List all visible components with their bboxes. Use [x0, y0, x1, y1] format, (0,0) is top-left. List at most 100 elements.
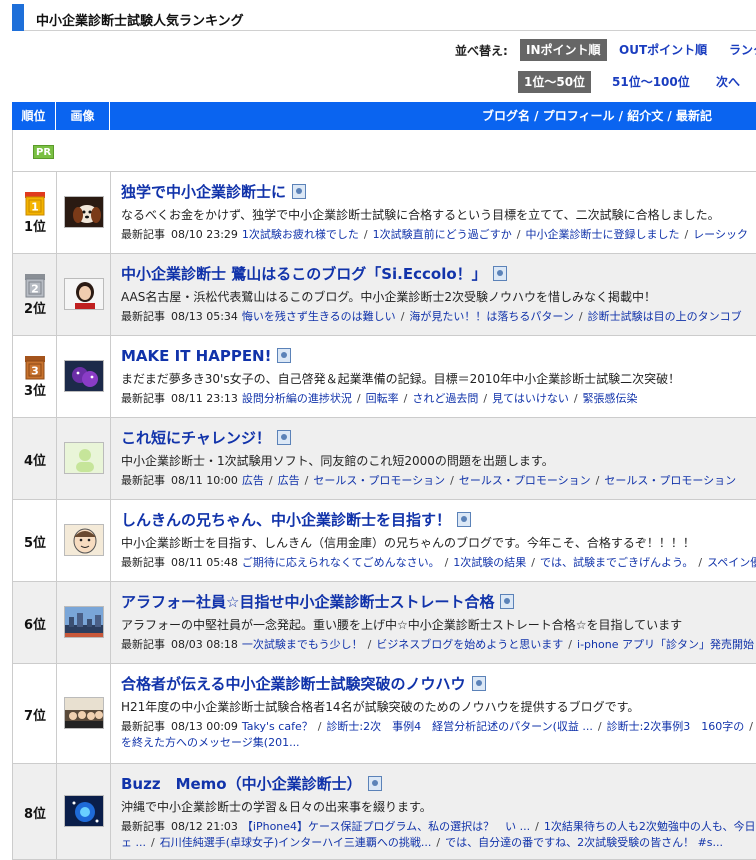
article-link[interactable]: 海が見たい！！は落ちるパターン [409, 310, 573, 323]
blog-description: 中小企業診断士・1次試験用ソフト、同友館のこれ短2000の問題を出題します。 [121, 454, 554, 468]
sort-in-points-button[interactable]: INポイント順 [520, 39, 607, 61]
sort-out-points-button[interactable]: OUTポイント順 [619, 39, 707, 61]
blog-title-link[interactable]: 中小企業診断士 鷺山はるこのブログ「Si.Eccolo！」 [121, 262, 756, 286]
recent-date: 08/11 05:48 [171, 556, 238, 569]
article-link[interactable]: セールス・プロモーション [604, 474, 736, 487]
blog-title-link[interactable]: これ短にチャレンジ！ [121, 426, 756, 450]
ranking-list: 1 1位 独学で中小企業診断士になるべくお金をかけず、独学で中小企業診断士試験に合格… [12, 172, 756, 860]
pr-row: PR [12, 130, 756, 172]
image-cell [57, 418, 111, 499]
article-link[interactable]: 悔いを残さず生きるのは難しい [242, 310, 396, 323]
separator: / [436, 836, 441, 849]
group-photo-image[interactable] [64, 697, 104, 729]
article-link[interactable]: 1次結果待ちの人も2次勉強中の人も、今日は [544, 820, 756, 833]
recent-date: 08/13 00:09 [171, 720, 238, 733]
article-link[interactable]: 広告 [278, 474, 300, 487]
rank-text: 8位 [23, 807, 47, 822]
gold-medal-icon: 1 [23, 192, 47, 216]
blog-title-link[interactable]: しんきんの兄ちゃん、中小企業診断士を目指す！ [121, 508, 756, 532]
article-link[interactable]: 【iPhone4】ケース保証プログラム、私の選択は？ い ... [242, 820, 530, 833]
article-link[interactable]: レーシック [693, 228, 748, 241]
blog-content: MAKE IT HAPPEN! まだまだ夢多き30's女子の、自己啓発＆起業準備の… [121, 344, 756, 407]
pr-badge[interactable]: PR [33, 145, 55, 159]
article-link[interactable]: では、自分達の番ですね、2次試験受験の皆さん！ #s... [445, 836, 723, 849]
separator: / [684, 228, 689, 241]
profile-icon[interactable] [492, 266, 507, 281]
default-avatar-image[interactable] [64, 442, 104, 474]
article-link[interactable]: 見てはいけない [492, 392, 569, 405]
recent-label: 最新記事 [121, 556, 165, 569]
article-link[interactable]: i-phone アプリ「診タン」発売開始！ [577, 638, 756, 651]
rank-text: 1位 [23, 220, 47, 235]
article-link[interactable]: 診断士試験は目の上のタンコブ [588, 310, 742, 323]
city-skyline-image[interactable] [64, 606, 104, 638]
profile-icon[interactable] [500, 594, 515, 609]
article-link[interactable]: 一次試験までもう少し！ [242, 638, 363, 651]
page-1-50-button[interactable]: 1位～50位 [518, 71, 592, 93]
article-link[interactable]: 緊張感伝染 [583, 392, 638, 405]
blog-content: これ短にチャレンジ！ 中小企業診断士・1次試験用ソフト、同友館のこれ短2000の問… [121, 426, 756, 489]
separator: / [535, 820, 539, 833]
page-51-100-button[interactable]: 51位～100位 [612, 71, 690, 93]
article-link[interactable]: では、試験までごきげんよう。 [540, 556, 693, 569]
article-link[interactable]: セールス・プロモーション [459, 474, 591, 487]
article-link[interactable]: 石川佳純選手(卓球女子)インターハイ三連覇への挑戦... [160, 836, 432, 849]
article-link[interactable]: ビジネスブログを始めようと思います [376, 638, 563, 651]
blog-description: なるべくお金をかけず、独学で中小企業診断士試験に合格するという目標を立てて、二次… [121, 208, 720, 222]
blog-title-text: Buzz Memo（中小企業診断士） [121, 775, 362, 793]
rank-cell: 8位 [13, 764, 57, 859]
article-link[interactable]: 1次試験の結果 [453, 556, 526, 569]
blog-title-link[interactable]: 合格者が伝える中小企業診断士試験突破のノウハウ [121, 672, 756, 696]
profile-icon[interactable] [277, 348, 292, 363]
rank-cell: 2 2位 [13, 254, 57, 335]
article-link[interactable]: Taky's cafe？ [242, 720, 313, 733]
page-title: 中小企業診断士試験人気ランキング [36, 14, 244, 29]
article-link[interactable]: 診断士:2次事例3 160字の [607, 720, 745, 733]
separator: / [304, 474, 309, 487]
profile-icon[interactable] [276, 430, 291, 445]
blog-title-link[interactable]: MAKE IT HAPPEN! [121, 344, 756, 368]
purple-plush-image[interactable] [64, 360, 104, 392]
profile-icon[interactable] [367, 776, 382, 791]
illustrated-face-image[interactable] [64, 524, 104, 556]
separator: / [400, 310, 405, 323]
next-page-button[interactable]: 次へ [716, 71, 740, 93]
blog-description: アラフォーの中堅社員が一念発起。重い腰を上げ中☆中小企業診断士ストレート合格☆を… [121, 618, 683, 632]
dog-thumbnail-image[interactable] [64, 196, 104, 228]
separator: / [367, 638, 372, 651]
separator: / [151, 836, 155, 849]
ranking-row: 5位 しんきんの兄ちゃん、中小企業診断士を目指す！ 中小企業診断士を目指す、しんきん… [12, 500, 756, 582]
article-link[interactable]: 1次試験直前にどう過ごすか [373, 228, 512, 241]
recent-date: 08/10 23:29 [171, 228, 238, 241]
article-link[interactable]: 広告 [242, 474, 264, 487]
article-link[interactable]: スペイン優 [707, 556, 756, 569]
profile-icon[interactable] [292, 184, 307, 199]
profile-icon[interactable] [457, 512, 472, 527]
blog-title-link[interactable]: アラフォー社員☆目指せ中小企業診断士ストレート合格 [121, 590, 756, 614]
article-link[interactable]: 診断士:2次 事例4 経営分析記述のパターン(収益 ... [326, 720, 592, 733]
blog-title-text: 独学で中小企業診断士に [121, 183, 287, 201]
article-link[interactable]: 回転率 [366, 392, 399, 405]
article-link[interactable]: を終えた方へのメッセージ集(201... [121, 736, 300, 749]
blog-content: 独学で中小企業診断士になるべくお金をかけず、独学で中小企業診断士試験に合格すると… [121, 180, 756, 243]
blog-title-link[interactable]: 独学で中小企業診断士に [121, 180, 756, 204]
article-link[interactable]: されど過去問 [412, 392, 478, 405]
ranking-row: 2 2位 中小企業診断士 鷺山はるこのブログ「Si.Eccolo！」 AAS名古屋・浜… [12, 254, 756, 336]
separator: / [483, 392, 488, 405]
blog-title-text: アラフォー社員☆目指せ中小企業診断士ストレート合格 [121, 593, 495, 611]
article-link[interactable]: 設問分析編の進捗状況 [242, 392, 352, 405]
article-link[interactable]: ェ ... [121, 836, 146, 849]
sort-rank-button[interactable]: ランク [729, 39, 756, 61]
article-link[interactable]: 中小企業診断士に登録しました [525, 228, 679, 241]
profile-icon[interactable] [471, 676, 486, 691]
recent-date: 08/12 21:03 [171, 820, 238, 833]
image-cell [57, 336, 111, 417]
woman-portrait-image[interactable] [64, 278, 104, 310]
article-link[interactable]: ご期待に応えられなくてごめんなさい。 [242, 556, 440, 569]
recent-label: 最新記事 [121, 474, 165, 487]
article-link[interactable]: セールス・プロモーション [313, 474, 445, 487]
blog-title-link[interactable]: Buzz Memo（中小企業診断士） [121, 772, 756, 796]
title-accent [12, 4, 24, 31]
article-link[interactable]: 1次試験お疲れ様でした [242, 228, 359, 241]
blue-sparkle-image[interactable] [64, 795, 104, 827]
